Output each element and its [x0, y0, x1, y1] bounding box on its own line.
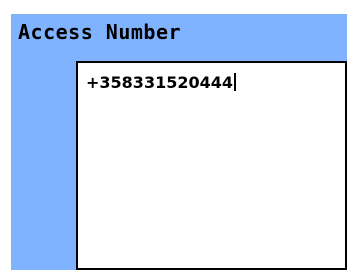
access-number-input[interactable]: +358331520444	[76, 61, 347, 270]
access-number-panel: Access Number +358331520444	[11, 14, 347, 270]
text-cursor	[234, 73, 236, 91]
screen: Access Number +358331520444	[0, 0, 347, 270]
page-title: Access Number	[18, 20, 182, 44]
access-number-value: +358331520444	[86, 73, 233, 92]
